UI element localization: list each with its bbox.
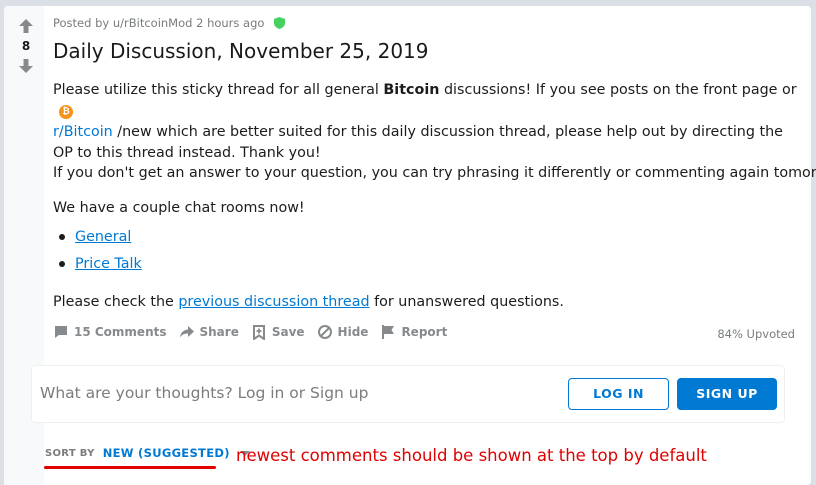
comments-label: 15 Comments	[74, 325, 167, 339]
sort-label: SORT BY	[45, 447, 95, 459]
report-button[interactable]: Report	[380, 324, 447, 340]
bitcoin-icon: ₿	[59, 105, 73, 119]
upvote-ratio: 84% Upvoted	[717, 327, 795, 341]
bookmark-plus-icon	[252, 325, 265, 340]
post-meta: Posted by u/rBitcoinMod 2 hours ago	[53, 16, 286, 30]
post-title[interactable]: Daily Discussion, November 25, 2019	[53, 39, 429, 63]
share-label: Share	[199, 325, 239, 339]
post-paragraph-4: Please check the previous discussion thr…	[53, 294, 564, 310]
upvote-arrow-icon[interactable]	[18, 18, 34, 34]
post-paragraph-1: Please utilize this sticky thread for al…	[53, 82, 797, 161]
posted-by-text[interactable]: Posted by u/rBitcoinMod 2 hours ago	[53, 16, 264, 30]
share-icon	[179, 326, 194, 338]
list-item: Price Talk	[53, 254, 142, 281]
post-card: 8 Posted by u/rBitcoinMod 2 hours ago Da…	[4, 6, 816, 485]
post-paragraph-3: We have a couple chat rooms now!	[53, 200, 305, 216]
annotation-underline	[44, 466, 216, 469]
flag-icon	[382, 325, 395, 339]
chat-room-price-talk-link[interactable]: Price Talk	[75, 256, 142, 272]
signup-button[interactable]: SIGN UP	[677, 378, 777, 410]
vote-count: 8	[21, 39, 31, 53]
share-button[interactable]: Share	[179, 324, 239, 340]
previous-thread-link[interactable]: previous discussion thread	[178, 294, 369, 310]
hide-label: Hide	[337, 325, 369, 339]
save-label: Save	[271, 325, 305, 339]
post-actions: 15 Comments Share Save Hide Report	[53, 324, 459, 340]
login-button[interactable]: LOG IN	[568, 378, 669, 410]
report-label: Report	[401, 325, 448, 339]
sort-value: NEW (SUGGESTED)	[102, 446, 230, 460]
comment-icon	[55, 326, 67, 338]
post-paragraph-2: If you don't get an answer to your quest…	[53, 165, 816, 181]
subreddit-link[interactable]: r/Bitcoin	[53, 124, 113, 140]
sort-dropdown[interactable]: SORT BY NEW (SUGGESTED)	[45, 446, 250, 460]
chat-rooms-list: General Price Talk	[53, 227, 142, 281]
list-item: General	[53, 227, 142, 254]
comment-login-prompt: What are your thoughts? Log in or Sign u…	[31, 365, 785, 423]
comments-button[interactable]: 15 Comments	[53, 324, 167, 340]
bitcoin-bold: Bitcoin	[383, 82, 440, 98]
save-button[interactable]: Save	[251, 324, 305, 340]
comment-prompt-text: What are your thoughts? Log in or Sign u…	[40, 384, 369, 402]
shield-icon	[274, 17, 286, 29]
chat-room-general-link[interactable]: General	[75, 229, 131, 245]
downvote-arrow-icon[interactable]	[18, 58, 34, 74]
hide-button[interactable]: Hide	[317, 324, 369, 340]
hide-icon	[317, 325, 332, 339]
annotation-text: newest comments should be shown at the t…	[236, 446, 707, 465]
